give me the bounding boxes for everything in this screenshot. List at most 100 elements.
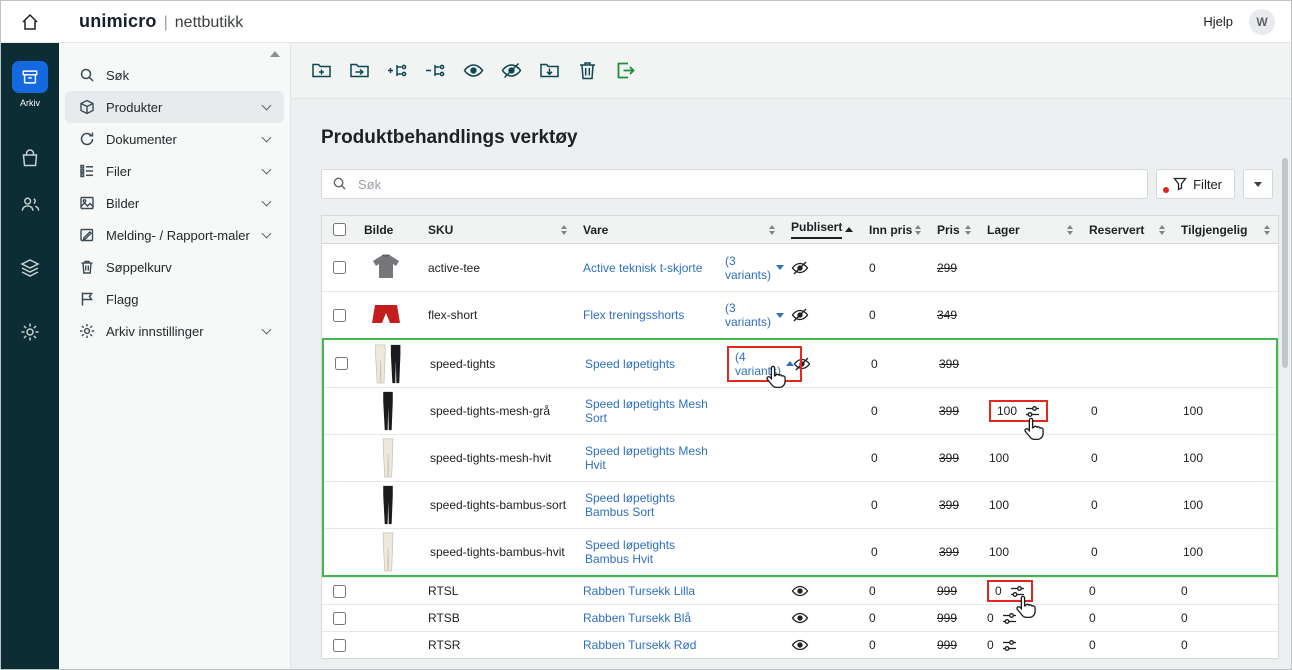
product-image-tshirt: [364, 252, 408, 284]
table-row: RTSL Rabben Tursekk Lilla 0 999 0 0 0: [322, 577, 1278, 604]
add-folder-icon: [311, 60, 332, 81]
annotation-green-highlight: speed-tights Speed løpetights (4 variant…: [322, 338, 1278, 577]
product-link[interactable]: Rabben Tursekk Blå: [583, 611, 691, 625]
pris-cell: 349: [929, 308, 979, 322]
delete-button[interactable]: [577, 60, 598, 81]
expand-tree-button[interactable]: [387, 60, 408, 81]
search-input[interactable]: [321, 169, 1148, 199]
sidenav-item-produkter[interactable]: Produkter: [65, 91, 284, 123]
eye-icon[interactable]: [791, 636, 809, 654]
sidenav-item-dokumenter[interactable]: Dokumenter: [65, 123, 284, 155]
search-box: [321, 169, 1148, 199]
pris-cell: 999: [929, 638, 979, 652]
variants-toggle[interactable]: (4 variants): [735, 350, 794, 378]
filter-button[interactable]: Filter: [1156, 169, 1235, 199]
product-link[interactable]: Rabben Tursekk Lilla: [583, 584, 695, 598]
move-folder-button[interactable]: [349, 60, 370, 81]
tilgjengelig-cell: 100: [1175, 451, 1276, 465]
product-link[interactable]: Speed løpetights Bambus Sort: [585, 491, 719, 519]
row-checkbox[interactable]: [333, 639, 346, 652]
adjust-stock-icon[interactable]: [1025, 405, 1040, 418]
header-publisert[interactable]: Publisert: [783, 216, 861, 243]
row-checkbox[interactable]: [333, 261, 346, 274]
header-reservert[interactable]: Reservert: [1081, 216, 1173, 243]
adjust-stock-icon[interactable]: [1002, 612, 1017, 625]
product-link[interactable]: Speed løpetights: [585, 357, 675, 371]
row-checkbox[interactable]: [333, 585, 346, 598]
table-row-variant: speed-tights-mesh-hvit Speed løpetights …: [324, 434, 1276, 481]
product-link[interactable]: Flex treningsshorts: [583, 308, 684, 322]
search-icon: [332, 176, 347, 196]
tilgjengelig-cell: 100: [1175, 404, 1276, 418]
sidenav-item-arkiv-innstillinger[interactable]: Arkiv innstillinger: [65, 315, 284, 347]
header-vare[interactable]: Vare: [575, 216, 783, 243]
select-all-checkbox[interactable]: [333, 223, 346, 236]
row-checkbox[interactable]: [333, 309, 346, 322]
sku-cell: RTSR: [420, 638, 575, 652]
reservert-cell: 0: [1081, 584, 1173, 598]
table-row: active-tee Active teknisk t-skjorte (3 v…: [322, 244, 1278, 291]
chevron-down-icon: [1254, 182, 1262, 187]
row-checkbox[interactable]: [333, 612, 346, 625]
rail-item-settings[interactable]: [20, 322, 40, 342]
sidenav-scroll-up[interactable]: [270, 51, 280, 57]
sku-cell: speed-tights-bambus-hvit: [422, 545, 577, 559]
folder-import-button[interactable]: [539, 60, 560, 81]
row-checkbox[interactable]: [335, 357, 348, 370]
sidenav-item-sok[interactable]: Søk: [65, 59, 284, 91]
add-folder-button[interactable]: [311, 60, 332, 81]
rail-item-modules[interactable]: [20, 258, 40, 278]
sidenav-item-maler[interactable]: Melding- / Rapport-maler: [65, 219, 284, 251]
eye-off-icon[interactable]: [791, 306, 809, 324]
flag-icon: [79, 291, 95, 307]
header-pris[interactable]: Pris: [929, 216, 979, 243]
pris-cell: 299: [929, 261, 979, 275]
variants-toggle[interactable]: (3 variants): [725, 301, 784, 329]
export-button[interactable]: [615, 60, 636, 81]
product-link[interactable]: Rabben Tursekk Rød: [583, 638, 696, 652]
trash-icon: [577, 60, 598, 81]
rail-item-shopping-bag[interactable]: [20, 148, 40, 168]
unpublish-button[interactable]: [501, 60, 522, 81]
header-inn-pris[interactable]: Inn pris: [861, 216, 929, 243]
eye-off-icon[interactable]: [791, 259, 809, 277]
inn-pris-cell: 0: [863, 404, 931, 418]
rail-item-contacts[interactable]: [20, 194, 41, 214]
sidenav-item-filer[interactable]: Filer: [65, 155, 284, 187]
rail-item-arkiv[interactable]: [12, 61, 48, 93]
product-link[interactable]: Speed løpetights Mesh Sort: [585, 397, 719, 425]
adjust-stock-icon[interactable]: [1002, 639, 1017, 652]
sidenav-item-flagg[interactable]: Flagg: [65, 283, 284, 315]
product-link[interactable]: Speed løpetights Bambus Hvit: [585, 538, 719, 566]
sidenav-item-label: Flagg: [106, 292, 270, 307]
sidenav-item-label: Arkiv innstillinger: [106, 324, 252, 339]
pris-cell: 399: [931, 451, 981, 465]
sku-cell: speed-tights-mesh-grå: [422, 404, 577, 418]
adjust-stock-icon[interactable]: [1010, 585, 1025, 598]
lager-value: 100: [997, 404, 1017, 418]
header-tilgjengelig[interactable]: Tilgjengelig: [1173, 216, 1278, 243]
user-avatar[interactable]: W: [1249, 9, 1275, 35]
sku-cell: speed-tights-bambus-sort: [422, 498, 577, 512]
sidenav-item-label: Bilder: [106, 196, 252, 211]
variants-toggle[interactable]: (3 variants): [725, 254, 784, 282]
sidenav-item-soppelkurv[interactable]: Søppelkurv: [65, 251, 284, 283]
header-lager[interactable]: Lager: [979, 216, 1081, 243]
chevron-down-icon: [262, 132, 272, 142]
sidenav-item-bilder[interactable]: Bilder: [65, 187, 284, 219]
table-row: flex-short Flex treningsshorts (3 varian…: [322, 291, 1278, 338]
publish-button[interactable]: [463, 60, 484, 81]
help-link[interactable]: Hjelp: [1203, 14, 1233, 29]
search-icon: [79, 67, 95, 83]
header-sku[interactable]: SKU: [420, 216, 575, 243]
product-link[interactable]: Active teknisk t-skjorte: [583, 261, 702, 275]
eye-icon[interactable]: [791, 609, 809, 627]
filter-dropdown-button[interactable]: [1243, 169, 1273, 199]
home-button[interactable]: [17, 9, 43, 35]
main-scrollbar-thumb[interactable]: [1282, 158, 1288, 368]
product-link[interactable]: Speed løpetights Mesh Hvit: [585, 444, 719, 472]
collapse-tree-button[interactable]: [425, 60, 446, 81]
eye-icon[interactable]: [791, 582, 809, 600]
topbar: unimicro | nettbutikk Hjelp W: [1, 1, 1291, 43]
tilgjengelig-cell: 0: [1173, 638, 1278, 652]
